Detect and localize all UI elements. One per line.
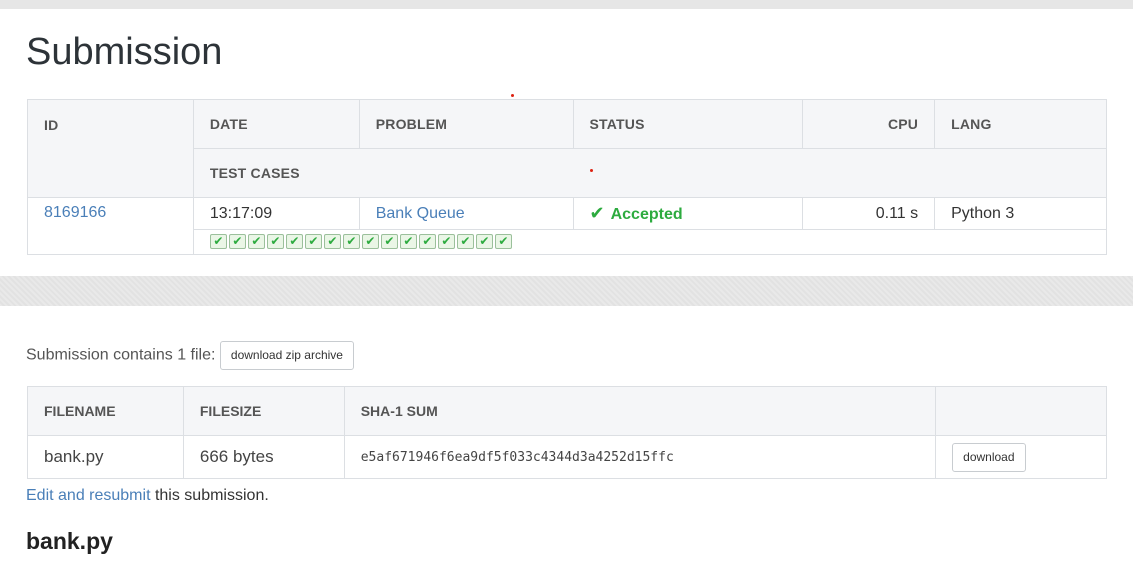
test-case-pass-icon[interactable]: ✔	[342, 234, 360, 250]
file-name: bank.py	[27, 435, 184, 479]
test-case-pass-icon[interactable]: ✔	[456, 234, 474, 250]
test-case-pass-icon[interactable]: ✔	[209, 234, 227, 250]
test-case-pass-icon[interactable]: ✔	[399, 234, 417, 250]
status-badge: Accepted	[610, 206, 683, 223]
test-case-pass-icon[interactable]: ✔	[380, 234, 398, 250]
submission-table: ID DATE PROBLEM STATUS CPU LANG TEST CAS…	[27, 99, 1108, 255]
table-row: bank.py 666 bytes e5af671946f6ea9df5f033…	[27, 435, 1107, 479]
header-sha1: SHA-1 SUM	[343, 386, 937, 436]
header-problem: PROBLEM	[358, 99, 574, 149]
file-heading: bank.py	[26, 528, 113, 554]
header-id: ID	[27, 99, 194, 198]
status-cell: ✔ Accepted	[572, 197, 804, 230]
test-case-pass-icon[interactable]: ✔	[361, 234, 379, 250]
test-case-pass-icon[interactable]: ✔	[247, 234, 265, 250]
marker-dot	[511, 94, 514, 97]
files-intro-line: Submission contains 1 file: download zip…	[26, 341, 354, 370]
test-case-pass-icon[interactable]: ✔	[475, 234, 493, 250]
resubmit-line: Edit and resubmit this submission.	[26, 487, 269, 505]
test-case-pass-icon[interactable]: ✔	[228, 234, 246, 250]
files-table: FILENAME FILESIZE SHA-1 SUM bank.py 666 …	[27, 386, 1107, 479]
marker-dot	[590, 169, 593, 172]
language: Python 3	[934, 197, 1107, 230]
table-row: 8169166 13:17:09 Bank Queue ✔ Accepted 0.…	[27, 197, 1107, 255]
header-lang: LANG	[934, 99, 1107, 149]
test-case-pass-icon[interactable]: ✔	[304, 234, 322, 250]
test-cases-strip: ✔ ✔ ✔ ✔ ✔ ✔ ✔ ✔ ✔ ✔ ✔ ✔ ✔ ✔ ✔ ✔	[192, 229, 1108, 255]
resubmit-rest: this submission.	[150, 487, 269, 504]
header-actions	[935, 386, 1107, 436]
page-title: Submission	[26, 31, 223, 73]
test-case-pass-icon[interactable]: ✔	[494, 234, 512, 250]
edit-resubmit-link[interactable]: Edit and resubmit	[26, 487, 151, 504]
cpu-time: 0.11 s	[802, 197, 936, 230]
header-cpu: CPU	[802, 99, 936, 149]
header-test-cases: TEST CASES	[192, 148, 1108, 198]
test-case-pass-icon[interactable]: ✔	[437, 234, 455, 250]
check-icon: ✔	[589, 203, 605, 223]
file-sha1: e5af671946f6ea9df5f033c4344d3a4252d15ffc	[343, 435, 937, 479]
test-case-pass-icon[interactable]: ✔	[285, 234, 303, 250]
download-file-button[interactable]: download	[952, 442, 1026, 472]
files-intro-text: Submission contains 1 file:	[26, 346, 216, 364]
test-case-pass-icon[interactable]: ✔	[323, 234, 341, 250]
test-case-pass-icon[interactable]: ✔	[266, 234, 284, 250]
header-filename: FILENAME	[27, 386, 184, 436]
test-case-pass-icon[interactable]: ✔	[418, 234, 436, 250]
header-date: DATE	[192, 99, 360, 149]
section-divider	[0, 276, 1133, 306]
header-status: STATUS	[572, 99, 804, 149]
top-strip	[0, 0, 1133, 9]
problem-link[interactable]: Bank Queue	[376, 205, 465, 222]
download-zip-button[interactable]: download zip archive	[219, 341, 354, 370]
header-filesize: FILESIZE	[182, 386, 345, 436]
file-size: 666 bytes	[182, 435, 345, 479]
submission-id-link[interactable]: 8169166	[44, 204, 106, 221]
submission-date: 13:17:09	[192, 197, 360, 230]
